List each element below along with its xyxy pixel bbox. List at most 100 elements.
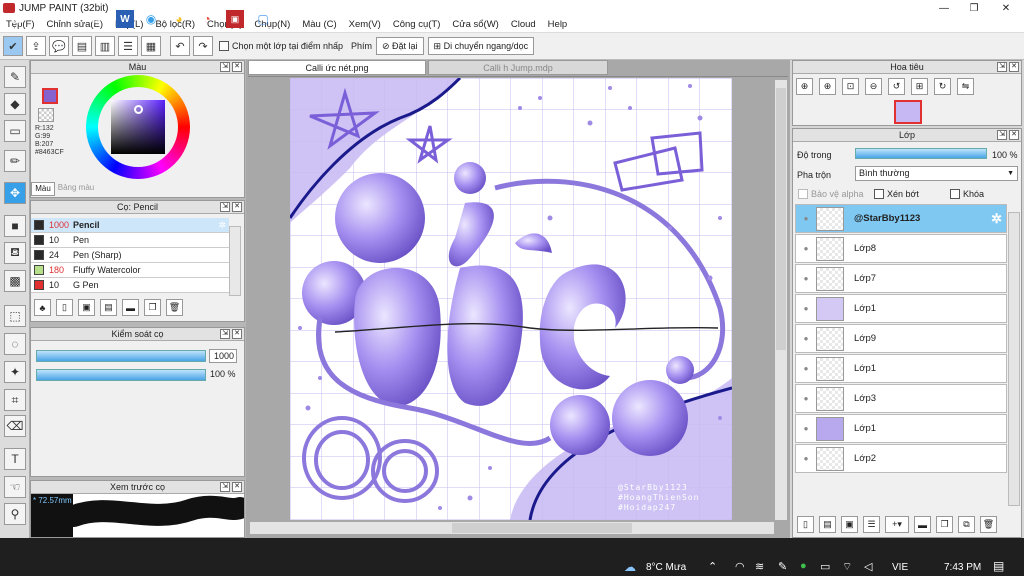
close-button[interactable]: ✕: [990, 0, 1022, 16]
gear-icon[interactable]: ✲: [991, 211, 1002, 227]
windows-start-icon[interactable]: ⊞: [8, 10, 26, 28]
canvas-vscroll-thumb[interactable]: [776, 88, 786, 350]
gradient-tool-icon[interactable]: ▩: [4, 270, 26, 292]
layer-row[interactable]: ● Lớp1: [795, 354, 1007, 383]
new-layer-icon[interactable]: ▯: [797, 516, 814, 533]
jump-paint-icon[interactable]: ▣: [226, 10, 244, 28]
line-app-icon[interactable]: ●: [800, 560, 807, 572]
eyedropper-tool-icon[interactable]: ⚲: [4, 503, 26, 525]
edge-icon[interactable]: ◉: [142, 10, 160, 28]
duplicate-brush-icon[interactable]: ▣: [78, 299, 95, 316]
flip-icon[interactable]: ⇋: [957, 78, 974, 95]
layer-row[interactable]: ● @StarBby1123 ✲: [795, 204, 1007, 233]
pen-tool-icon[interactable]: ✎: [4, 66, 26, 88]
brush-size-slider[interactable]: [36, 350, 206, 362]
merge-layer-icon[interactable]: ⧉: [958, 516, 975, 533]
rotate-left-icon[interactable]: ↺: [888, 78, 905, 95]
grid-icon[interactable]: ▦: [141, 36, 161, 56]
volume-icon[interactable]: ◁: [864, 560, 872, 573]
rect-select-tool-icon[interactable]: ▭: [4, 120, 26, 142]
brush-item-fluffy-watercolor[interactable]: 180 Fluffy Watercolor: [31, 263, 229, 278]
select-layer-option[interactable]: Chọn một lớp tại điểm nhấp: [219, 41, 343, 51]
copy-icon[interactable]: ❐: [144, 299, 161, 316]
layer-row[interactable]: ● Lớp8: [795, 234, 1007, 263]
layer-list-icon[interactable]: ☰: [863, 516, 880, 533]
visibility-icon[interactable]: ●: [796, 334, 816, 343]
zoom-app-icon[interactable]: ▢: [254, 10, 272, 28]
panel-close-icon[interactable]: ✕: [1009, 130, 1019, 140]
layer-list-scrollbar[interactable]: [1008, 212, 1020, 506]
weather-text[interactable]: 8°C Mưa: [646, 562, 686, 573]
fill-rect-tool-icon[interactable]: ■: [4, 215, 26, 237]
zoom-reset-icon[interactable]: ⊡: [842, 78, 859, 95]
brush-file-icon[interactable]: ▤: [100, 299, 117, 316]
menu-color[interactable]: Màu (C): [296, 19, 342, 30]
move-tool-icon[interactable]: ✥: [4, 182, 26, 204]
lasso-tool-icon[interactable]: ◌: [4, 333, 26, 355]
pen-ink-icon[interactable]: ✎: [778, 560, 787, 573]
zoom-in-icon[interactable]: ⊕: [819, 78, 836, 95]
visibility-icon[interactable]: ●: [796, 424, 816, 433]
visibility-icon[interactable]: ●: [796, 214, 816, 223]
menu-view[interactable]: Xem(V): [343, 19, 387, 30]
zoom-out-icon[interactable]: ⊖: [865, 78, 882, 95]
input-language[interactable]: VIE: [892, 562, 908, 573]
lock-checkbox[interactable]: [950, 189, 960, 199]
tab-palette[interactable]: Bảng màu: [56, 182, 96, 196]
delete-layer-icon[interactable]: 🗑: [980, 516, 997, 533]
tab-calli-mdp[interactable]: Calli h Jump.mdp: [428, 60, 608, 75]
reset-button[interactable]: ⊘ Đặt lại: [375, 37, 424, 55]
select-layer-checkbox[interactable]: [219, 41, 229, 51]
rotate-right-icon[interactable]: ↻: [934, 78, 951, 95]
tab-calli-png[interactable]: Calli ức nét.png: [248, 60, 426, 75]
page-icon[interactable]: ▥: [95, 36, 115, 56]
fit-window-icon[interactable]: ⊞: [911, 78, 928, 95]
panel-float-icon[interactable]: ⇲: [997, 62, 1007, 72]
lock-option[interactable]: Khóa: [950, 189, 984, 199]
move-direction-button[interactable]: ⊞ Di chuyển ngang/dọc: [427, 37, 535, 55]
magic-wand-tool-icon[interactable]: ✦: [4, 361, 26, 383]
color-picker-handle[interactable]: [134, 105, 143, 114]
duplicate-layer-icon[interactable]: ❐: [936, 516, 953, 533]
bucket-tool-icon[interactable]: ⛾: [4, 242, 26, 264]
brush-size-input[interactable]: 1000: [209, 349, 237, 363]
transparent-color-swatch[interactable]: [38, 108, 54, 122]
check-icon[interactable]: ✔: [3, 36, 23, 56]
people-icon[interactable]: ⚇: [562, 10, 580, 28]
clipping-checkbox[interactable]: [874, 189, 884, 199]
folder-icon[interactable]: ▬: [122, 299, 139, 316]
search-icon[interactable]: ⚲: [34, 10, 52, 28]
visibility-icon[interactable]: ●: [796, 394, 816, 403]
visibility-icon[interactable]: ●: [796, 244, 816, 253]
network-icon[interactable]: ≋: [755, 560, 764, 573]
cortana-icon[interactable]: ○: [60, 10, 78, 28]
panel-close-icon[interactable]: ✕: [232, 329, 242, 339]
select-tool-icon[interactable]: ⬚: [4, 305, 26, 327]
panel-close-icon[interactable]: ✕: [232, 482, 242, 492]
visibility-icon[interactable]: ●: [796, 364, 816, 373]
minimize-button[interactable]: —: [928, 0, 960, 16]
chrome-icon[interactable]: ◕: [170, 10, 188, 28]
layer-opacity-slider[interactable]: [855, 148, 987, 159]
visibility-icon[interactable]: ●: [796, 274, 816, 283]
notifications-icon[interactable]: ▤: [993, 559, 1004, 573]
visibility-icon[interactable]: ●: [796, 454, 816, 463]
text-tool-icon[interactable]: T: [4, 448, 26, 470]
new-layer-type-icon[interactable]: ▣: [841, 516, 858, 533]
select-pen-tool-icon[interactable]: ⌗: [4, 389, 26, 411]
artwork-canvas[interactable]: [290, 78, 732, 520]
chrome-alt-icon[interactable]: ◔: [198, 10, 216, 28]
wifi-icon[interactable]: ◠: [735, 560, 745, 573]
select-eraser-tool-icon[interactable]: ⌫: [4, 415, 26, 437]
brush-opacity-slider[interactable]: [36, 369, 206, 381]
menu-window[interactable]: Cửa sổ(W): [446, 19, 504, 30]
clipping-option[interactable]: Xén bớt: [874, 189, 919, 199]
new-brush-icon[interactable]: ▯: [56, 299, 73, 316]
tab-color[interactable]: Màu: [31, 182, 55, 196]
protect-alpha-checkbox[interactable]: [798, 189, 808, 199]
brush-list-scrollbar[interactable]: [229, 226, 241, 296]
undo-icon[interactable]: ↶: [170, 36, 190, 56]
panel-close-icon[interactable]: ✕: [1009, 62, 1019, 72]
brush-settings-icon[interactable]: ♣: [34, 299, 51, 316]
visibility-icon[interactable]: ●: [796, 304, 816, 313]
